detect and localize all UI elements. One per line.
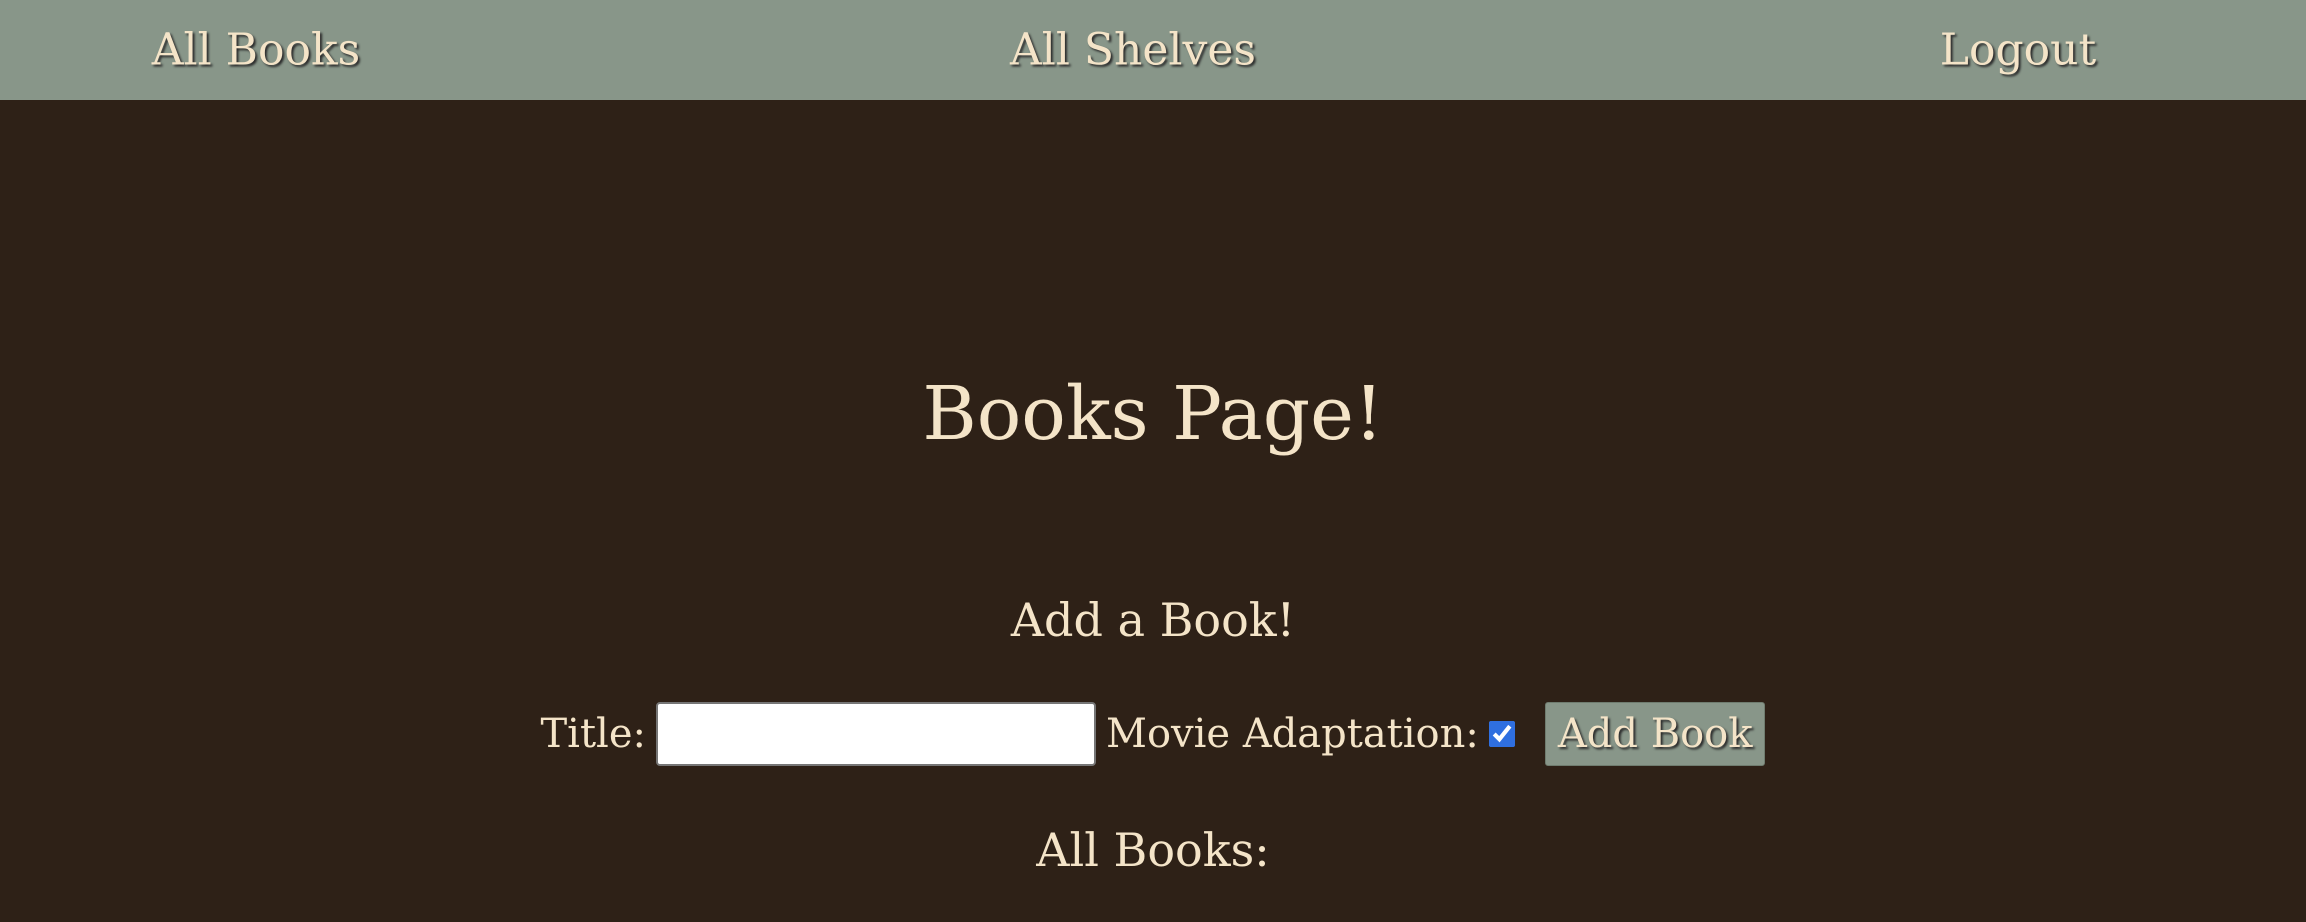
add-book-button[interactable]: Add Book	[1544, 702, 1766, 766]
add-book-form: Title: Movie Adaptation: Add Book	[0, 699, 2306, 769]
movie-adaptation-label: Movie Adaptation:	[1106, 711, 1479, 757]
nav-link-all-books[interactable]: All Books	[152, 25, 360, 76]
title-label: Title:	[540, 711, 647, 757]
title-input[interactable]	[656, 702, 1096, 766]
top-navbar: All Books All Shelves Logout	[0, 0, 2306, 100]
all-books-heading: All Books:	[1036, 823, 1270, 877]
nav-link-logout[interactable]: Logout	[1940, 25, 2096, 76]
nav-link-all-shelves[interactable]: All Shelves	[1010, 25, 1256, 76]
movie-adaptation-checkbox[interactable]	[1488, 721, 1515, 747]
add-book-heading: Add a Book!	[1010, 593, 1296, 647]
page-title: Books Page!	[922, 371, 1384, 457]
